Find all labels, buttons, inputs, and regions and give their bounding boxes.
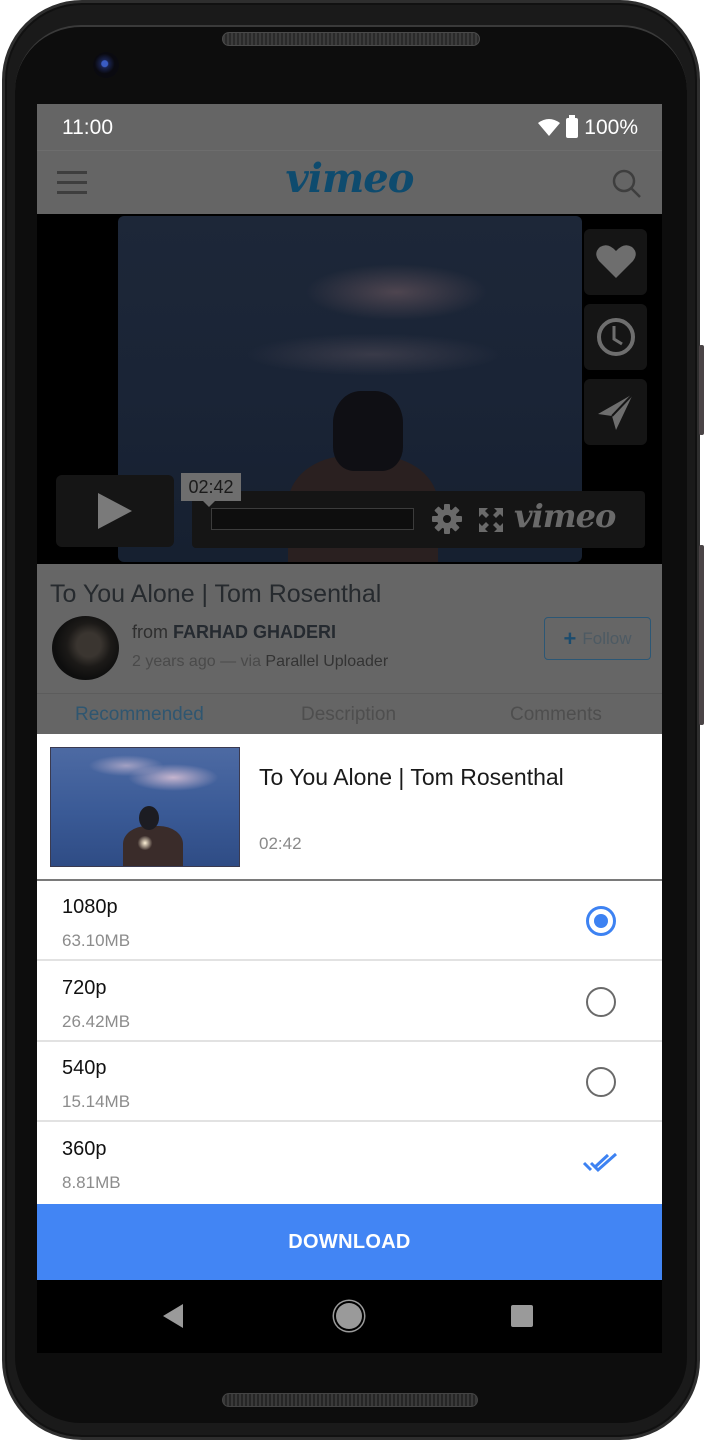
seek-bar[interactable]	[211, 508, 414, 530]
avatar[interactable]	[52, 616, 119, 680]
sheet-video-duration: 02:42	[259, 834, 302, 853]
front-camera	[93, 52, 119, 78]
option-size: 26.42MB	[62, 1012, 131, 1031]
follow-label: Follow	[582, 628, 632, 648]
thumbnail-glow	[137, 836, 153, 850]
recents-icon[interactable]	[511, 1305, 533, 1327]
battery-percent: 100%	[584, 116, 638, 139]
home-icon[interactable]	[336, 1303, 362, 1329]
time-tooltip: 02:42	[181, 473, 241, 507]
option-resolution: 1080p	[62, 896, 118, 918]
screen: 11:00 100% vimeo vimeo 02:42 To You Alon…	[37, 104, 662, 1353]
play-icon	[98, 493, 132, 529]
follow-button[interactable]: + Follow	[544, 617, 651, 660]
radio-selected[interactable]	[586, 906, 616, 936]
tab-bar: Recommended Description Comments	[37, 694, 662, 734]
tab-comments[interactable]: Comments	[510, 704, 602, 726]
send-icon	[597, 393, 634, 430]
thumbnail-figure-body	[123, 826, 183, 866]
upload-meta: 2 years ago — via Parallel Uploader	[132, 653, 388, 671]
battery-icon	[566, 115, 579, 138]
gear-icon[interactable]	[432, 504, 462, 534]
video-figure-head	[333, 391, 403, 471]
radio-unselected[interactable]	[586, 1067, 616, 1097]
video-player[interactable]: vimeo 02:42	[37, 214, 662, 564]
tab-recommended[interactable]: Recommended	[75, 704, 204, 726]
quality-option-360p[interactable]: 360p 8.81MB	[37, 1123, 662, 1203]
share-button[interactable]	[584, 379, 647, 445]
player-control-bar: vimeo	[192, 491, 645, 548]
status-icons: 100%	[538, 115, 638, 140]
thumbnail-figure-head	[139, 806, 159, 830]
option-size: 63.10MB	[62, 931, 131, 950]
earpiece-speaker	[222, 32, 480, 46]
volume-button	[699, 545, 704, 725]
option-size: 8.81MB	[62, 1173, 121, 1192]
via-prefix: — via	[220, 653, 261, 670]
from-prefix: from	[132, 622, 168, 642]
quality-option-540p[interactable]: 540p 15.14MB	[37, 1042, 662, 1122]
back-icon[interactable]	[163, 1304, 183, 1328]
system-nav-bar	[37, 1280, 662, 1353]
bottom-speaker	[222, 1393, 478, 1407]
download-button[interactable]: DOWNLOAD	[37, 1204, 662, 1280]
clock-icon	[596, 318, 635, 356]
option-resolution: 360p	[62, 1138, 107, 1160]
quality-option-1080p[interactable]: 1080p 63.10MB	[37, 881, 662, 961]
sheet-header: To You Alone | Tom Rosenthal 02:42	[37, 734, 662, 881]
watch-later-button[interactable]	[584, 304, 647, 370]
plus-icon: +	[563, 625, 577, 651]
video-title: To You Alone | Tom Rosenthal	[50, 580, 382, 608]
player-vimeo-logo[interactable]: vimeo	[514, 497, 616, 535]
fullscreen-icon[interactable]	[479, 508, 503, 532]
status-bar: 11:00 100%	[37, 104, 662, 150]
status-time: 11:00	[62, 116, 113, 139]
heart-icon	[595, 245, 636, 278]
upload-app: Parallel Uploader	[265, 653, 389, 670]
play-button[interactable]	[56, 475, 174, 547]
video-info: To You Alone | Tom Rosenthal from FARHAD…	[37, 564, 662, 734]
option-size: 15.14MB	[62, 1092, 131, 1111]
radio-unselected[interactable]	[586, 987, 616, 1017]
author-name[interactable]: FARHAD GHADERI	[173, 622, 336, 642]
sheet-video-title: To You Alone | Tom Rosenthal	[259, 764, 564, 790]
tab-description[interactable]: Description	[301, 704, 396, 726]
like-button[interactable]	[584, 229, 647, 295]
upload-age: 2 years ago	[132, 653, 216, 670]
quality-option-720p[interactable]: 720p 26.42MB	[37, 962, 662, 1042]
author-line: from FARHAD GHADERI	[132, 622, 336, 643]
done-all-icon	[582, 1152, 617, 1173]
search-icon[interactable]	[612, 169, 642, 199]
wifi-icon	[538, 119, 561, 136]
download-sheet: To You Alone | Tom Rosenthal 02:42 1080p…	[37, 734, 662, 1280]
option-resolution: 540p	[62, 1057, 107, 1079]
option-resolution: 720p	[62, 977, 107, 999]
app-bar: vimeo	[37, 150, 662, 214]
vimeo-logo: vimeo	[285, 155, 415, 202]
video-thumbnail	[50, 747, 240, 867]
power-button	[699, 345, 704, 435]
